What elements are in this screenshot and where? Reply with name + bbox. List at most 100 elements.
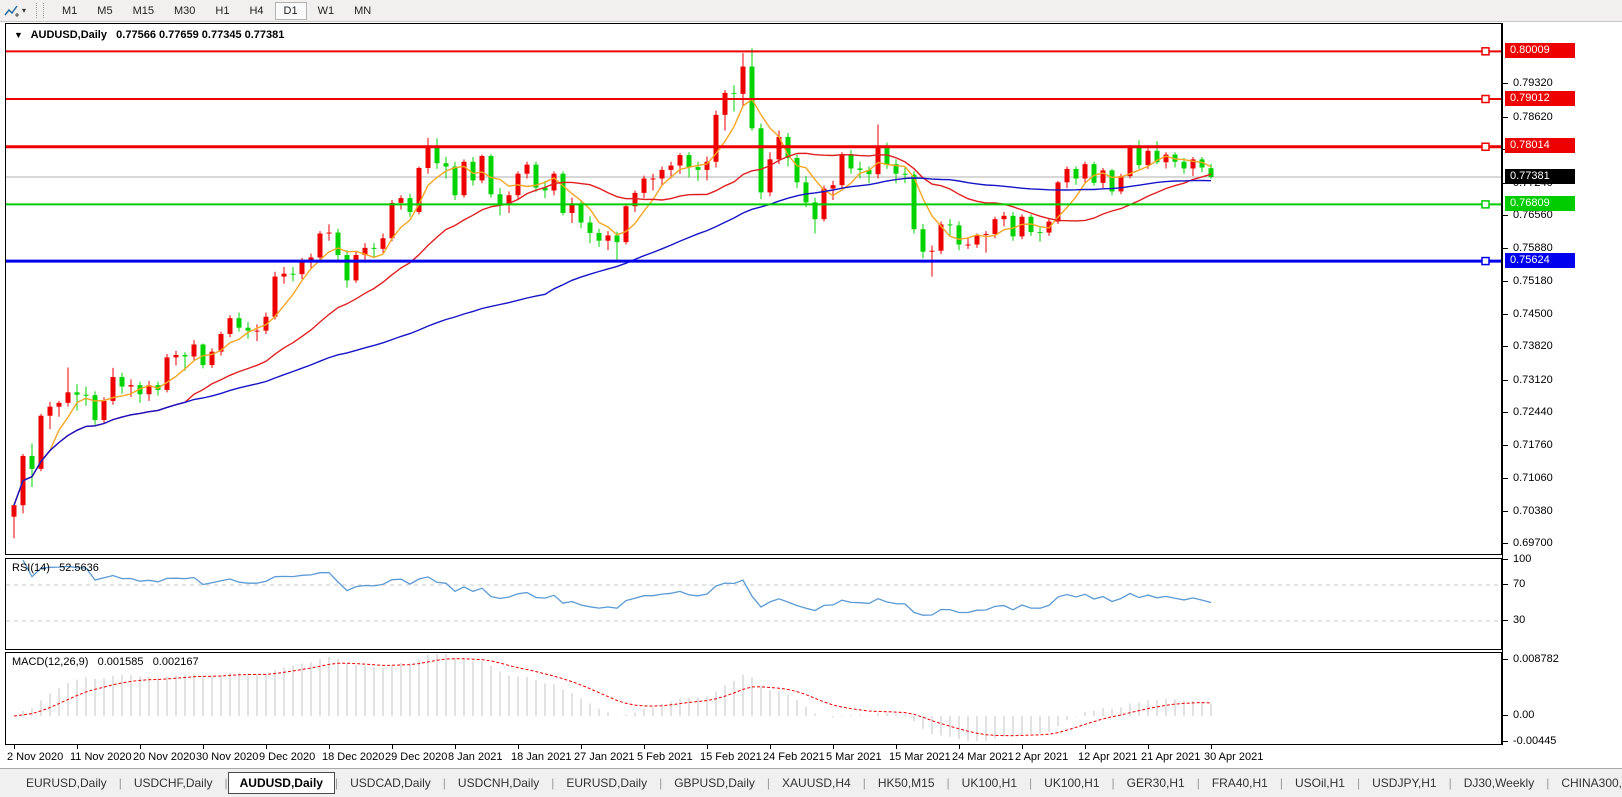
chart-tab-gbpusd-daily[interactable]: GBPUSD,Daily: [662, 772, 767, 794]
price-tick-mark: [1503, 83, 1508, 85]
price-tick-label: 0.73820: [1513, 340, 1553, 353]
chart-tab-usdjpy-h1[interactable]: USDJPY,H1: [1360, 772, 1448, 794]
candlestick-plot[interactable]: [6, 24, 1501, 554]
timeframe-button-m1[interactable]: M1: [53, 2, 86, 20]
chart-tab-usdcad-daily[interactable]: USDCAD,Daily: [338, 772, 443, 794]
price-tick-label: 0.74500: [1513, 307, 1553, 320]
macd-name: MACD(12,26,9): [12, 656, 89, 668]
date-label: 8 Jan 2021: [448, 751, 503, 763]
price-tick-mark: [1503, 313, 1508, 315]
date-tick-mark: [644, 745, 645, 749]
timeframe-button-mn[interactable]: MN: [345, 2, 380, 20]
macd-tick-label: 0.00: [1513, 709, 1535, 721]
toolbar-grip-handle[interactable]: [36, 3, 45, 18]
macd-tick-mark: [1503, 741, 1508, 742]
chart-tab-uk100-h1[interactable]: UK100,H1: [950, 772, 1029, 794]
price-tick-mark: [1503, 247, 1508, 249]
chart-symbol-period: AUDUSD,Daily: [30, 29, 107, 41]
timeframe-button-m5[interactable]: M5: [88, 2, 121, 20]
price-level-tag: 0.78014: [1505, 138, 1575, 154]
chart-tab-xauusd-h4[interactable]: XAUUSD,H4: [770, 772, 863, 794]
chart-tab-usdchf-daily[interactable]: USDCHF,Daily: [122, 772, 225, 794]
timeframe-button-h1[interactable]: H1: [206, 2, 238, 20]
macd-signal-value: 0.002167: [152, 656, 199, 668]
chart-tab-eurusd-daily[interactable]: EURUSD,Daily: [14, 772, 119, 794]
price-level-tag: 0.77381: [1505, 168, 1575, 184]
timeframe-button-m15[interactable]: M15: [124, 2, 163, 20]
chart-tab-uk100-h1[interactable]: UK100,H1: [1032, 772, 1111, 794]
chart-tab-usdcnh-daily[interactable]: USDCNH,Daily: [446, 772, 551, 794]
date-tick-mark: [203, 745, 204, 749]
macd-panel[interactable]: [5, 652, 1502, 745]
chart-tab-dj30-weekly[interactable]: DJ30,Weekly: [1452, 772, 1546, 794]
chart-tab-china300-h1[interactable]: CHINA300,H1: [1549, 772, 1622, 794]
price-tick-label: 0.75180: [1513, 275, 1553, 288]
macd-indicator-label: MACD(12,26,9) 0.001585 0.002167: [12, 656, 199, 668]
price-tick-label: 0.71760: [1513, 438, 1553, 451]
date-label: 20 Nov 2020: [133, 751, 196, 763]
macd-main-value: 0.001585: [97, 656, 144, 668]
macd-plot[interactable]: [6, 653, 1501, 744]
price-tick-label: 0.70380: [1513, 504, 1553, 517]
chart-tab-fra40-h1[interactable]: FRA40,H1: [1200, 772, 1280, 794]
collapse-triangle-icon[interactable]: ▼: [14, 30, 23, 40]
date-tick-mark: [140, 745, 141, 749]
crosshair-tool-button[interactable]: ▾: [0, 0, 30, 21]
chart-tab-ger30-h1[interactable]: GER30,H1: [1115, 772, 1197, 794]
rsi-tick-mark: [1503, 584, 1508, 585]
date-tick-mark: [14, 745, 15, 749]
date-tick-mark: [1211, 745, 1212, 749]
date-label: 12 Apr 2021: [1078, 751, 1138, 763]
chart-tab-bar: EURUSD,Daily | USDCHF,Daily | AUDUSD,Daily | U…: [0, 768, 1622, 797]
date-axis[interactable]: 2 Nov 2020 11 Nov 2020 20 Nov 2020 30 Nov 2…: [5, 745, 1502, 768]
price-tick-mark: [1503, 543, 1508, 545]
chart-tab-usoil-h1[interactable]: USOil,H1: [1283, 772, 1357, 794]
timeframe-button-d1[interactable]: D1: [274, 1, 307, 20]
price-level-tag: 0.79012: [1505, 90, 1575, 106]
rsi-tick-mark: [1503, 620, 1508, 621]
price-tick-label: 0.78620: [1513, 110, 1553, 123]
mt4-window: ▾ M1 M5 M15 M30 H1 H4 D1 W1 MN ▼ AUDUSD,Daily 0.…: [0, 0, 1622, 797]
price-tick-mark: [1503, 281, 1508, 283]
date-tick-mark: [1148, 745, 1149, 749]
chart-tab-audusd-daily[interactable]: AUDUSD,Daily: [227, 772, 335, 794]
date-label: 21 Apr 2021: [1141, 751, 1201, 763]
date-label: 9 Dec 2020: [259, 751, 316, 763]
price-tick-mark: [1503, 346, 1508, 348]
date-label: 11 Nov 2020: [70, 751, 132, 763]
price-tick-label: 0.76560: [1513, 209, 1553, 222]
rsi-value: 52.5636: [59, 562, 99, 574]
price-level-tag: 0.80009: [1505, 42, 1575, 58]
chart-tab-eurusd-daily[interactable]: EURUSD,Daily: [554, 772, 659, 794]
price-level-tag: 0.75624: [1505, 252, 1575, 268]
timeframe-button-m30[interactable]: M30: [165, 2, 204, 20]
price-level-tag: 0.76809: [1505, 195, 1575, 211]
timeframe-button-w1[interactable]: W1: [309, 2, 344, 20]
price-tick-mark: [1503, 215, 1508, 217]
timeframe-button-h4[interactable]: H4: [240, 2, 272, 20]
price-axis[interactable]: 0.793200.786200.779400.772400.765600.758…: [1502, 23, 1622, 747]
chart-ohlc-values: 0.77566 0.77659 0.77345 0.77381: [116, 29, 285, 41]
price-tick-label: 0.73120: [1513, 373, 1553, 386]
date-label: 27 Jan 2021: [574, 751, 635, 763]
date-label: 5 Feb 2021: [637, 751, 693, 763]
date-label: 15 Mar 2021: [889, 751, 951, 763]
price-tick-label: 0.71060: [1513, 472, 1553, 485]
date-tick-mark: [392, 745, 393, 749]
price-chart-panel[interactable]: [5, 23, 1502, 555]
timeframe-toolbar: ▾ M1 M5 M15 M30 H1 H4 D1 W1 MN: [0, 0, 1622, 22]
crosshair-icon: [4, 5, 19, 17]
chart-tab-hk50-m15[interactable]: HK50,M15: [866, 772, 947, 794]
rsi-tick-mark: [1503, 559, 1508, 560]
rsi-name: RSI(14): [12, 562, 50, 574]
chevron-down-icon[interactable]: ▾: [22, 6, 26, 15]
rsi-plot[interactable]: [6, 559, 1501, 649]
chart-title: ▼ AUDUSD,Daily 0.77566 0.77659 0.77345 0…: [14, 29, 284, 41]
rsi-panel[interactable]: [5, 558, 1502, 650]
price-tick-mark: [1503, 444, 1508, 446]
date-tick-mark: [77, 745, 78, 749]
price-tick-mark: [1503, 379, 1508, 381]
date-tick-mark: [581, 745, 582, 749]
date-tick-mark: [833, 745, 834, 749]
date-tick-mark: [329, 745, 330, 749]
